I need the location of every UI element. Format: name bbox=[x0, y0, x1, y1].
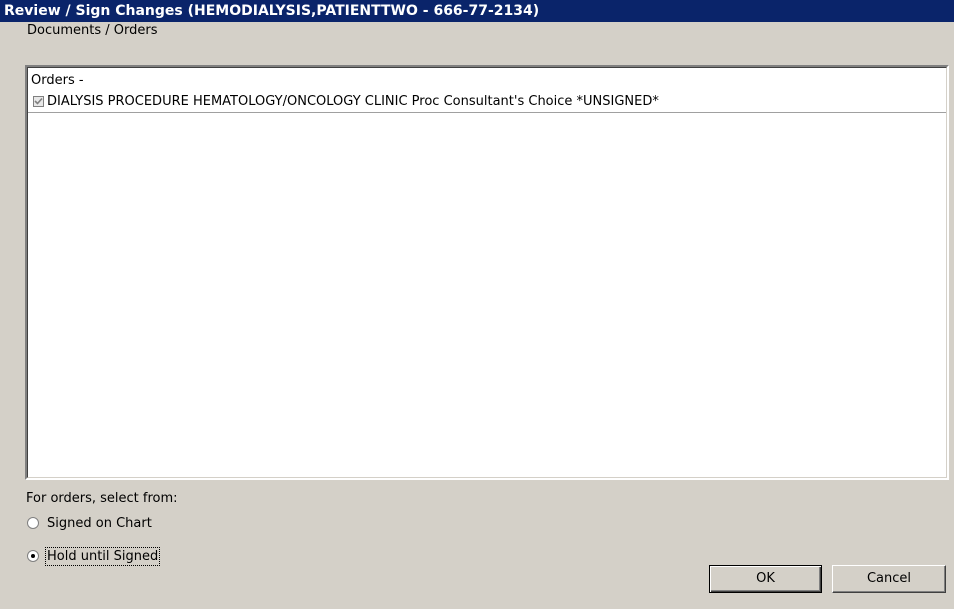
cancel-button[interactable]: Cancel bbox=[832, 565, 946, 593]
ok-button[interactable]: OK bbox=[709, 565, 822, 593]
checkmark-icon bbox=[34, 97, 43, 105]
radio-dot-icon bbox=[31, 554, 35, 558]
order-list-item[interactable]: DIALYSIS PROCEDURE HEMATOLOGY/ONCOLOGY C… bbox=[28, 90, 946, 113]
orders-listbox[interactable]: Orders - DIALYSIS PROCEDURE HEMATOLOGY/O… bbox=[25, 65, 949, 480]
documents-orders-label: Documents / Orders bbox=[27, 23, 158, 38]
signed-on-chart-label: Signed on Chart bbox=[47, 515, 152, 531]
hold-until-signed-option[interactable]: Hold until Signed bbox=[27, 546, 161, 566]
review-sign-changes-dialog: Review / Sign Changes (HEMODIALYSIS,PATI… bbox=[0, 0, 954, 609]
dialog-title: Review / Sign Changes (HEMODIALYSIS,PATI… bbox=[0, 0, 954, 22]
order-text: DIALYSIS PROCEDURE HEMATOLOGY/ONCOLOGY C… bbox=[47, 93, 659, 109]
orders-instruction: For orders, select from: bbox=[26, 491, 178, 506]
order-checkbox[interactable] bbox=[33, 95, 44, 107]
signed-on-chart-radio[interactable] bbox=[27, 517, 39, 529]
signed-on-chart-option[interactable]: Signed on Chart bbox=[27, 513, 152, 533]
hold-until-signed-radio[interactable] bbox=[27, 550, 39, 562]
hold-until-signed-label: Hold until Signed bbox=[44, 546, 161, 566]
orders-header: Orders - bbox=[31, 73, 84, 88]
